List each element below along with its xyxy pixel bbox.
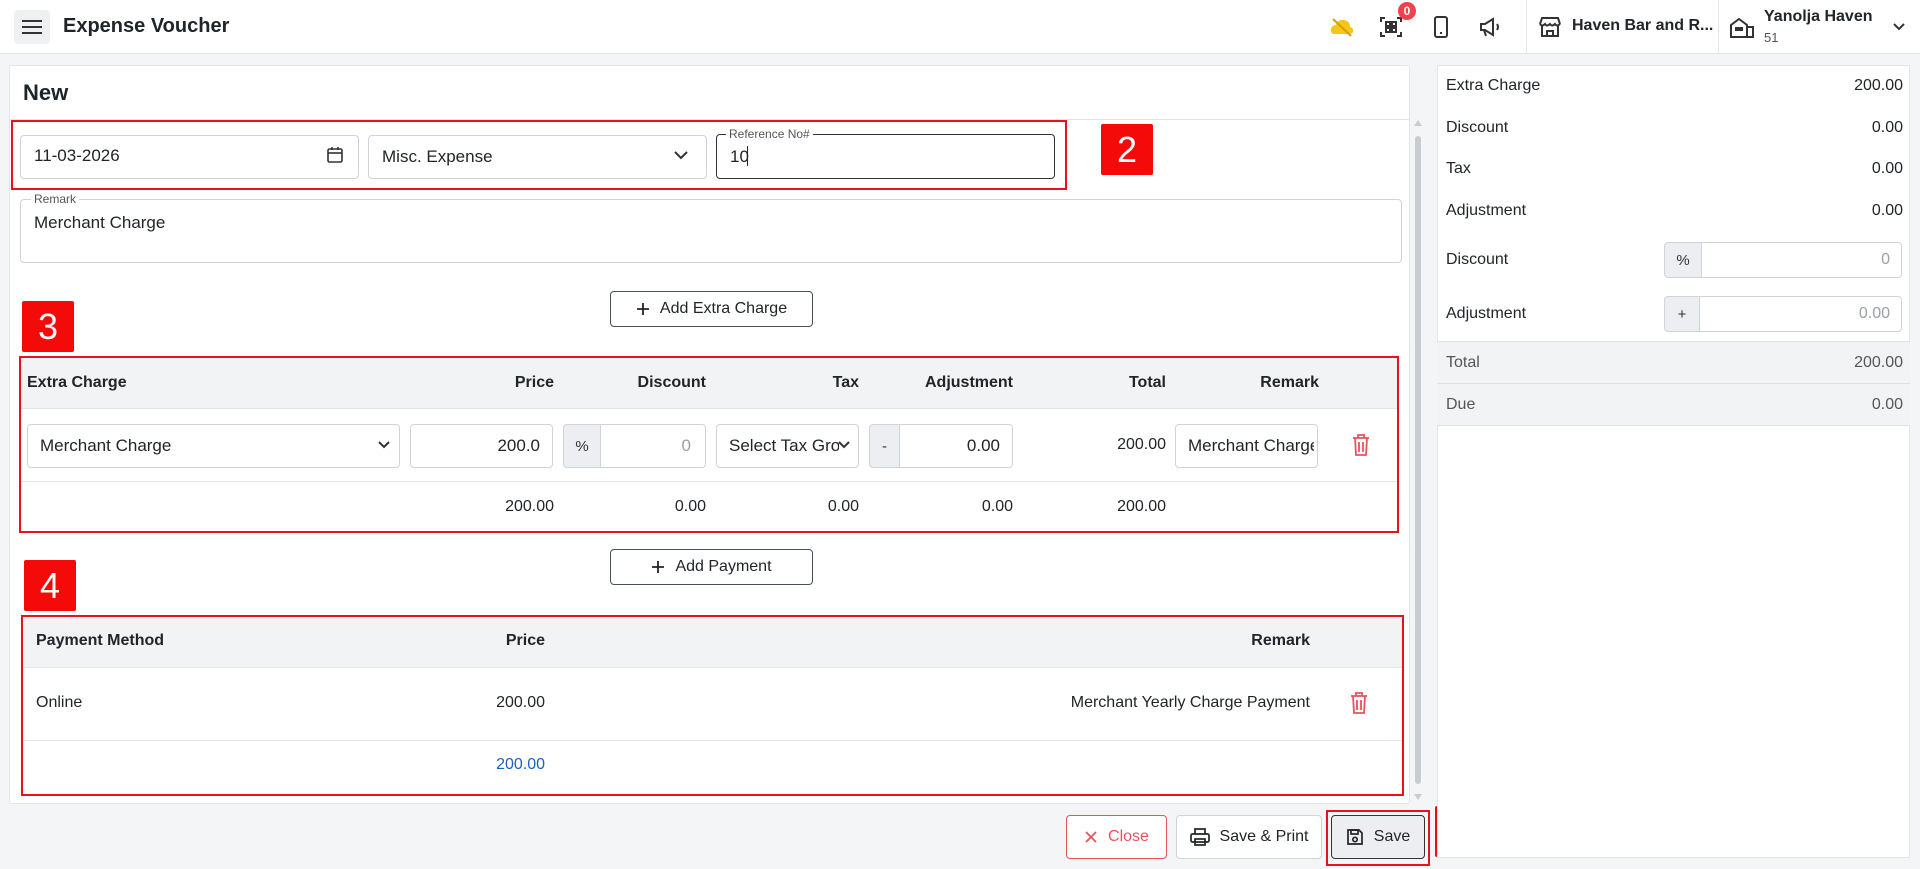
megaphone-icon: [1480, 17, 1499, 37]
add-payment-button[interactable]: Add Payment: [610, 549, 813, 585]
remark-value: Merchant Charge: [34, 213, 166, 232]
summary-adjustment-input-label: Adjustment: [1446, 305, 1527, 322]
add-extra-charge-button[interactable]: Add Extra Charge: [610, 291, 813, 327]
announcement-button[interactable]: [1476, 13, 1504, 41]
plus-icon: [652, 561, 665, 573]
scrollbar[interactable]: [1413, 120, 1423, 800]
save-print-button[interactable]: Save & Print: [1176, 815, 1322, 859]
summary-adjustment-placeholder: 0.00: [1858, 305, 1890, 322]
panel-title: New: [23, 80, 69, 105]
cloud-off-button[interactable]: [1328, 13, 1356, 41]
qr-scan-icon: [1380, 17, 1402, 37]
divider: [1718, 0, 1719, 54]
summary-extra-charge-label: Extra Charge: [1446, 77, 1541, 94]
summary-discount-label: Discount: [1446, 119, 1509, 136]
mobile-icon: [1434, 16, 1448, 38]
annotation-box-2: [11, 120, 1067, 190]
store-name[interactable]: Haven Bar and R...: [1572, 17, 1713, 35]
save-print-label: Save & Print: [1219, 828, 1309, 845]
remark-textarea[interactable]: [20, 199, 1402, 263]
close-icon: [1085, 831, 1097, 843]
summary-adjustment-sign-button[interactable]: +: [1664, 296, 1700, 332]
summary-panel: [1437, 65, 1910, 858]
summary-due-label: Due: [1446, 396, 1476, 413]
add-payment-label: Add Payment: [675, 558, 772, 575]
summary-due-value: 0.00: [1871, 396, 1903, 413]
store-icon-wrap: [1536, 13, 1564, 41]
close-button[interactable]: Close: [1066, 815, 1167, 859]
save-label: Save: [1373, 828, 1411, 845]
printer-icon: [1189, 828, 1210, 846]
building-icon: [1730, 17, 1754, 38]
store-icon: [1539, 17, 1561, 37]
user-subtitle: 51: [1764, 30, 1779, 45]
summary-discount-input-label: Discount: [1446, 251, 1509, 268]
divider: [1526, 0, 1527, 54]
annotation-step-2: 2: [1101, 124, 1153, 175]
summary-tax-label: Tax: [1446, 160, 1471, 177]
summary-tax-value: 0.00: [1871, 160, 1903, 177]
summary-discount-input[interactable]: [1701, 242, 1902, 278]
remark-label: Remark: [31, 192, 80, 206]
annotation-box-3: [19, 356, 1399, 533]
user-name[interactable]: Yanolja Haven: [1764, 8, 1873, 26]
app-title: Expense Voucher: [63, 15, 230, 37]
annotation-box-4: [21, 615, 1404, 796]
plus-icon: [636, 303, 649, 315]
notification-badge: 0: [1398, 2, 1416, 20]
summary-total-value: 200.00: [1854, 354, 1903, 371]
hamburger-menu-button[interactable]: [14, 10, 50, 44]
annotation-step-4: 4: [24, 560, 76, 611]
summary-discount-type-button[interactable]: %: [1664, 242, 1702, 278]
summary-total-label: Total: [1446, 354, 1480, 371]
cloud-off-icon: [1330, 18, 1354, 37]
summary-total-row: [1437, 341, 1910, 384]
mobile-button[interactable]: [1427, 13, 1455, 41]
save-button[interactable]: Save: [1331, 815, 1425, 859]
summary-discount-value: 0.00: [1871, 119, 1903, 136]
summary-due-row: [1437, 383, 1910, 426]
chevron-down-icon[interactable]: [1892, 22, 1906, 32]
summary-discount-placeholder: 0: [1881, 251, 1890, 268]
summary-adjustment-label: Adjustment: [1446, 202, 1527, 219]
annotation-step-3: 3: [22, 301, 74, 352]
floppy-disk-icon: [1346, 829, 1363, 845]
building-icon-wrap: [1728, 13, 1756, 41]
menu-icon: [22, 20, 42, 34]
summary-adjustment-value: 0.00: [1871, 202, 1903, 219]
summary-extra-charge-value: 200.00: [1854, 77, 1903, 94]
close-label: Close: [1108, 828, 1149, 845]
add-extra-charge-label: Add Extra Charge: [659, 300, 788, 317]
